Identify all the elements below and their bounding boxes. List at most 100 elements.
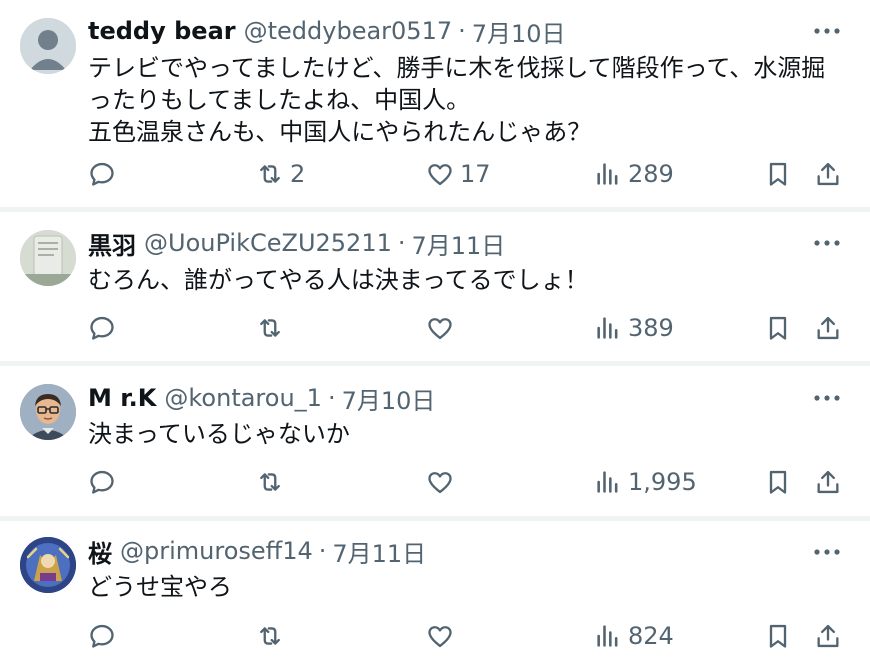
like-button[interactable]: 17	[426, 157, 491, 191]
separator-dot: ·	[318, 537, 327, 565]
avatar[interactable]	[20, 537, 76, 593]
like-button[interactable]	[426, 619, 460, 653]
retweet-button[interactable]	[256, 311, 290, 345]
reply-feed: teddy bear @teddybear0517 · 7月10日 テレビでやっ…	[0, 0, 870, 666]
more-options-button[interactable]	[812, 18, 842, 44]
reply-button[interactable]	[88, 157, 122, 191]
share-icon	[817, 316, 839, 340]
retweet-button[interactable]	[256, 619, 290, 653]
bookmark-icon	[769, 624, 787, 648]
retweet-icon	[260, 473, 280, 491]
heart-icon	[428, 318, 452, 340]
view-count: 824	[628, 622, 674, 650]
tweet-header: 黒羽 @UouPikCeZU25211 · 7月11日	[88, 226, 506, 261]
views-button[interactable]: 824	[594, 619, 674, 653]
retweet-icon	[260, 627, 280, 645]
user-handle[interactable]: @kontarou_1	[164, 384, 322, 412]
more-options-button[interactable]	[812, 539, 842, 565]
bookmark-button[interactable]	[764, 157, 792, 191]
more-options-button[interactable]	[812, 385, 842, 411]
share-button[interactable]	[814, 311, 842, 345]
more-options-button[interactable]	[812, 230, 842, 256]
post-date[interactable]: 7月10日	[342, 381, 436, 416]
retweet-button[interactable]	[256, 465, 290, 499]
views-icon	[597, 163, 618, 185]
separator-dot: ·	[458, 17, 466, 45]
reply-icon	[90, 624, 114, 648]
retweet-icon	[260, 165, 280, 183]
artwork-avatar-icon	[20, 537, 76, 593]
post-date[interactable]: 7月10日	[472, 14, 566, 49]
tweet-header: M r.K @kontarou_1 · 7月10日	[88, 381, 436, 416]
display-name[interactable]: teddy bear	[88, 17, 236, 45]
user-handle[interactable]: @teddybear0517	[244, 17, 453, 45]
heart-icon	[428, 164, 452, 186]
views-icon	[597, 471, 618, 493]
like-button[interactable]	[426, 311, 460, 345]
photo-avatar-icon	[20, 230, 76, 286]
avatar[interactable]	[20, 384, 76, 440]
tweet-text: どうせ宝やろ	[88, 573, 232, 601]
like-count: 17	[460, 160, 491, 188]
views-button[interactable]: 289	[594, 157, 674, 191]
reply-icon	[90, 162, 114, 186]
reply-button[interactable]	[88, 619, 122, 653]
separator-dot: ·	[327, 384, 336, 412]
tweet-item[interactable]: 黒羽 @UouPikCeZU25211 · 7月11日 むろん、誰がってやる人は…	[0, 208, 870, 362]
action-bar: 824	[88, 619, 848, 653]
retweet-button[interactable]: 2	[256, 157, 305, 191]
action-bar: 2 17 289	[88, 157, 848, 191]
retweet-count: 2	[290, 160, 306, 188]
tweet-header: teddy bear @teddybear0517 · 7月10日	[88, 14, 566, 49]
bookmark-button[interactable]	[764, 619, 792, 653]
heart-icon	[428, 626, 452, 648]
tweet-item[interactable]: M r.K @kontarou_1 · 7月10日 決まっているじゃないか 1,…	[0, 362, 870, 517]
more-icon	[814, 549, 840, 555]
post-date[interactable]: 7月11日	[332, 534, 426, 569]
more-icon	[814, 395, 840, 401]
views-button[interactable]: 389	[594, 311, 674, 345]
tweet-text: テレビでやってましたけど、勝手に木を伐採して階段作って、水源掘 ったりもしてまし…	[88, 54, 826, 146]
share-button[interactable]	[814, 619, 842, 653]
tweet-header: 桜 @primuroseff14 · 7月11日	[88, 534, 426, 569]
view-count: 1,995	[628, 468, 697, 496]
avatar[interactable]	[20, 18, 76, 74]
action-bar: 1,995	[88, 465, 848, 499]
user-handle[interactable]: @primuroseff14	[120, 537, 313, 565]
view-count: 289	[628, 160, 674, 188]
retweet-icon	[260, 319, 280, 337]
reply-button[interactable]	[88, 311, 122, 345]
views-icon	[597, 317, 618, 339]
reply-icon	[90, 470, 114, 494]
default-avatar-icon	[20, 18, 76, 74]
tweet-text: 決まっているじゃないか	[88, 420, 350, 448]
display-name[interactable]: M r.K	[88, 384, 156, 412]
like-button[interactable]	[426, 465, 460, 499]
views-button[interactable]: 1,995	[594, 465, 697, 499]
bookmark-button[interactable]	[764, 465, 792, 499]
share-icon	[817, 162, 839, 186]
more-icon	[814, 240, 840, 246]
share-icon	[817, 470, 839, 494]
share-button[interactable]	[814, 157, 842, 191]
views-icon	[597, 625, 618, 647]
display-name[interactable]: 黒羽	[88, 226, 136, 261]
action-bar: 389	[88, 311, 848, 345]
user-handle[interactable]: @UouPikCeZU25211	[144, 229, 392, 257]
reply-button[interactable]	[88, 465, 122, 499]
bookmark-icon	[769, 470, 787, 494]
view-count: 389	[628, 314, 674, 342]
display-name[interactable]: 桜	[88, 534, 112, 569]
more-icon	[814, 28, 840, 34]
tweet-text: むろん、誰がってやる人は決まってるでしょ！	[88, 266, 589, 294]
tweet-item[interactable]: 桜 @primuroseff14 · 7月11日 どうせ宝やろ 824	[0, 517, 870, 666]
share-button[interactable]	[814, 465, 842, 499]
tweet-item[interactable]: teddy bear @teddybear0517 · 7月10日 テレビでやっ…	[0, 0, 870, 208]
bookmark-icon	[769, 162, 787, 186]
illustrated-man-avatar-icon	[20, 384, 76, 440]
post-date[interactable]: 7月11日	[412, 226, 506, 261]
bookmark-button[interactable]	[764, 311, 792, 345]
heart-icon	[428, 472, 452, 494]
reply-icon	[90, 316, 114, 340]
avatar[interactable]	[20, 230, 76, 286]
